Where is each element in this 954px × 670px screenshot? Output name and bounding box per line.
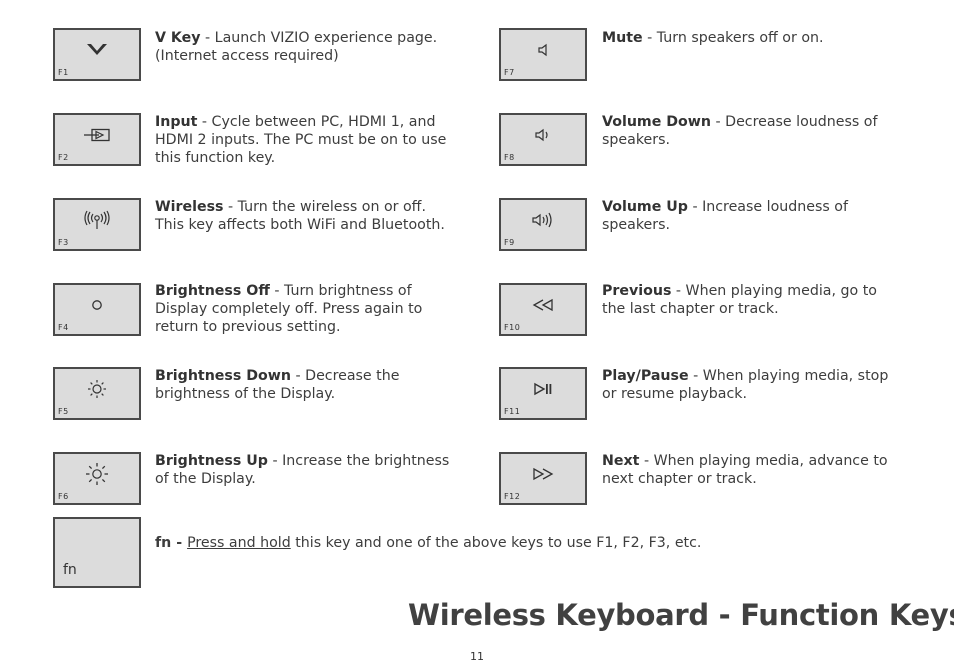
- key-f2: F2: [53, 113, 141, 166]
- key-desc: - Turn speakers off or on.: [642, 30, 824, 46]
- brightness-off-icon: [55, 294, 139, 316]
- key-description-f9: Volume Up - Increase loudness of speaker…: [602, 198, 902, 234]
- key-name: Volume Up: [602, 199, 688, 215]
- fkey-label: F10: [504, 323, 521, 332]
- fkey-label: F7: [504, 68, 515, 77]
- key-f8: F8: [499, 113, 587, 166]
- key-name: Mute: [602, 30, 643, 46]
- wireless-icon: [55, 209, 139, 231]
- key-name: Brightness Off: [155, 283, 270, 299]
- fkey-label: F1: [58, 68, 69, 77]
- key-name: Brightness Down: [155, 368, 291, 384]
- previous-icon: [501, 294, 585, 316]
- fkey-label: F4: [58, 323, 69, 332]
- fkey-label: F9: [504, 238, 515, 247]
- key-name: V Key: [155, 30, 201, 46]
- next-icon: [501, 463, 585, 485]
- page-title: Wireless Keyboard - Function Keys: [408, 598, 954, 632]
- key-name: Input: [155, 114, 198, 130]
- key-description-f1: V Key - Launch VIZIO experience page. (I…: [155, 29, 455, 65]
- brightness-up-icon: [55, 463, 139, 485]
- key-description-f7: Mute - Turn speakers off or on.: [602, 29, 902, 47]
- mute-icon: [501, 39, 585, 61]
- key-name: Previous: [602, 283, 672, 299]
- key-f11: F11: [499, 367, 587, 420]
- key-name: Next: [602, 453, 640, 469]
- key-f1: F1: [53, 28, 141, 81]
- key-description-f5: Brightness Down - Decrease the brightnes…: [155, 367, 455, 403]
- fn-desc: this key and one of the above keys to us…: [290, 535, 702, 551]
- key-name: fn: [155, 535, 172, 551]
- key-name: Volume Down: [602, 114, 711, 130]
- key-description-f11: Play/Pause - When playing media, stop or…: [602, 367, 902, 403]
- fn-description: fn - Press and hold this key and one of …: [155, 535, 701, 551]
- vizio-v-icon: [55, 39, 139, 61]
- brightness-down-icon: [55, 378, 139, 400]
- emphasis: Press and hold: [187, 535, 291, 551]
- fkey-label: F5: [58, 407, 69, 416]
- key-name: Wireless: [155, 199, 224, 215]
- fkey-label: F3: [58, 238, 69, 247]
- key-name: Play/Pause: [602, 368, 689, 384]
- key-f10: F10: [499, 283, 587, 336]
- input-icon: [55, 124, 139, 146]
- key-f12: F12: [499, 452, 587, 505]
- key-f3: F3: [53, 198, 141, 251]
- key-description-f6: Brightness Up - Increase the brightness …: [155, 452, 455, 488]
- key-description-f12: Next - When playing media, advance to ne…: [602, 452, 902, 488]
- key-description-f10: Previous - When playing media, go to the…: [602, 282, 902, 318]
- fkey-label: F12: [504, 492, 521, 501]
- separator: -: [171, 535, 188, 551]
- key-f6: F6: [53, 452, 141, 505]
- volume-up-icon: [501, 209, 585, 231]
- key-desc: - When playing media, advance to next ch…: [602, 453, 888, 487]
- key-f9: F9: [499, 198, 587, 251]
- key-description-f4: Brightness Off - Turn brightness of Disp…: [155, 282, 455, 336]
- fn-key-label: fn: [63, 562, 77, 578]
- fkey-label: F2: [58, 153, 69, 162]
- volume-down-icon: [501, 124, 585, 146]
- fkey-label: F11: [504, 407, 521, 416]
- key-desc: - Cycle between PC, HDMI 1, and HDMI 2 i…: [155, 114, 447, 166]
- fkey-label: F6: [58, 492, 69, 501]
- page-number: 11: [470, 650, 484, 663]
- play-pause-icon: [501, 378, 585, 400]
- key-name: Brightness Up: [155, 453, 268, 469]
- key-description-f3: Wireless - Turn the wireless on or off. …: [155, 198, 455, 234]
- key-description-f2: Input - Cycle between PC, HDMI 1, and HD…: [155, 113, 455, 167]
- key-fn: fn: [53, 517, 141, 588]
- key-f4: F4: [53, 283, 141, 336]
- fkey-label: F8: [504, 153, 515, 162]
- key-description-f8: Volume Down - Decrease loudness of speak…: [602, 113, 902, 149]
- key-f5: F5: [53, 367, 141, 420]
- key-f7: F7: [499, 28, 587, 81]
